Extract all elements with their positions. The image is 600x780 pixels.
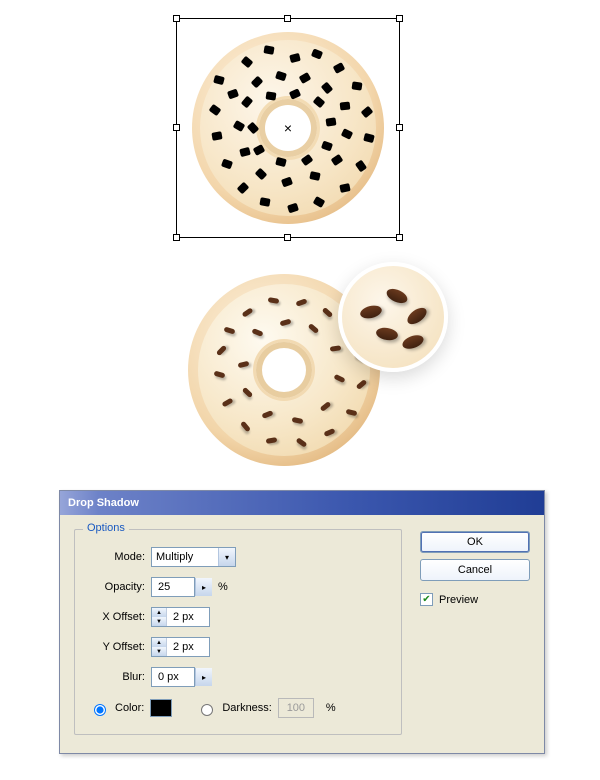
selection-bounding-box[interactable]: × [176, 18, 400, 238]
blur-label: Blur: [89, 671, 151, 683]
mode-select[interactable]: ▾ [151, 547, 236, 567]
checkbox-icon[interactable]: ✔ [420, 593, 433, 606]
spin-up-icon[interactable]: ▲ [152, 638, 166, 647]
dialog-title: Drop Shadow [68, 497, 139, 509]
preview-label: Preview [439, 594, 478, 606]
selection-handle[interactable] [173, 15, 180, 22]
chevron-right-icon[interactable]: ▸ [195, 668, 212, 686]
darkness-value [279, 699, 313, 717]
color-label: Color: [115, 702, 144, 714]
drop-shadow-dialog: Drop Shadow Options Mode: ▾ Opacity: ▸ % [59, 490, 545, 754]
opacity-label: Opacity: [89, 581, 151, 593]
spin-down-icon[interactable]: ▼ [152, 647, 166, 656]
options-group: Options Mode: ▾ Opacity: ▸ % X Off [74, 529, 402, 735]
blur-input[interactable] [151, 667, 195, 687]
color-radio[interactable] [94, 704, 106, 716]
spin-up-icon[interactable]: ▲ [152, 608, 166, 617]
selection-handle[interactable] [173, 124, 180, 131]
darkness-label: Darkness: [222, 702, 272, 714]
dialog-titlebar[interactable]: Drop Shadow [60, 491, 544, 515]
selection-handle[interactable] [284, 234, 291, 241]
opacity-unit: % [218, 581, 228, 593]
options-legend: Options [83, 522, 129, 534]
spin-down-icon[interactable]: ▼ [152, 617, 166, 626]
yoffset-value[interactable] [167, 638, 209, 656]
selection-handle[interactable] [396, 15, 403, 22]
selection-handle[interactable] [396, 234, 403, 241]
darkness-unit: % [326, 702, 336, 714]
selection-handle[interactable] [173, 234, 180, 241]
yoffset-input[interactable]: ▲▼ [151, 637, 210, 657]
dialog-sidebar: OK Cancel ✔ Preview [420, 529, 530, 735]
chevron-down-icon[interactable]: ▾ [218, 548, 235, 566]
cancel-button[interactable]: Cancel [420, 559, 530, 581]
opacity-input[interactable] [151, 577, 195, 597]
yoffset-label: Y Offset: [89, 641, 151, 653]
selection-center-icon: × [284, 120, 292, 136]
xoffset-label: X Offset: [89, 611, 151, 623]
xoffset-input[interactable]: ▲▼ [151, 607, 210, 627]
blur-value[interactable] [152, 668, 194, 686]
mode-value[interactable] [152, 548, 218, 566]
darkness-radio[interactable] [201, 704, 213, 716]
opacity-value[interactable] [152, 578, 194, 596]
selection-handle[interactable] [396, 124, 403, 131]
mode-label: Mode: [89, 551, 151, 563]
chevron-right-icon[interactable]: ▸ [195, 578, 212, 596]
darkness-input [278, 698, 314, 718]
selection-handle[interactable] [284, 15, 291, 22]
ok-button[interactable]: OK [420, 531, 530, 553]
xoffset-value[interactable] [167, 608, 209, 626]
preview-checkbox[interactable]: ✔ Preview [420, 593, 530, 606]
canvas-area: × [0, 0, 600, 488]
color-swatch[interactable] [150, 699, 172, 717]
magnifier-inset [338, 262, 448, 372]
